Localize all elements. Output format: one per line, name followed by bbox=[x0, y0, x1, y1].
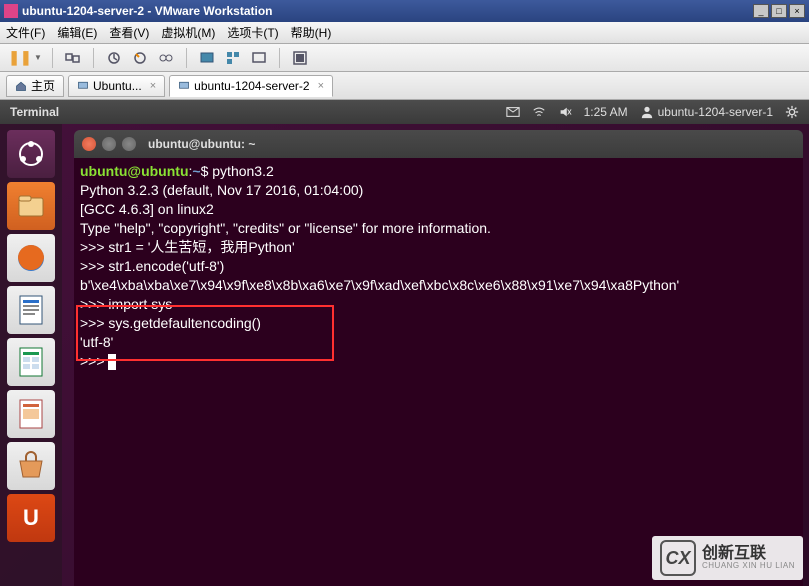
maximize-button[interactable]: □ bbox=[771, 4, 787, 18]
close-button[interactable]: × bbox=[789, 4, 805, 18]
ubuntu-desktop: U ubuntu@ubuntu: ~ ubuntu@ubuntu:~$ pyth… bbox=[0, 124, 809, 586]
prompt-user: ubuntu@ubuntu bbox=[80, 163, 189, 179]
tab-close-icon[interactable]: × bbox=[150, 80, 156, 92]
vmware-titlebar: ubuntu-1204-server-2 - VMware Workstatio… bbox=[0, 0, 809, 22]
menu-help[interactable]: 帮助(H) bbox=[291, 24, 332, 41]
menu-file[interactable]: 文件(F) bbox=[6, 24, 45, 41]
monitor-icon bbox=[178, 80, 190, 92]
tab-close-icon[interactable]: × bbox=[318, 80, 324, 92]
terminal-close-button[interactable] bbox=[82, 137, 96, 151]
py-prompt: >>> bbox=[80, 296, 108, 312]
terminal-minimize-button[interactable] bbox=[102, 137, 116, 151]
mail-indicator[interactable] bbox=[506, 105, 520, 119]
watermark-cn: 创新互联 bbox=[702, 546, 795, 562]
wifi-icon bbox=[532, 105, 546, 119]
snapshot-manager-button[interactable] bbox=[156, 48, 176, 68]
speaker-icon bbox=[558, 105, 572, 119]
console-view-button[interactable] bbox=[249, 48, 269, 68]
minimize-button[interactable]: _ bbox=[753, 4, 769, 18]
dash-button[interactable] bbox=[7, 130, 55, 178]
pause-button[interactable]: ❚❚ bbox=[10, 48, 30, 68]
person-icon bbox=[640, 105, 654, 119]
vmware-icon bbox=[4, 4, 18, 18]
cmd-python: python3.2 bbox=[212, 163, 274, 179]
vmware-menubar: 文件(F) 编辑(E) 查看(V) 虚拟机(M) 选项卡(T) 帮助(H) bbox=[0, 22, 809, 44]
ubuntu-one-button[interactable]: U bbox=[7, 494, 55, 542]
tab-ubuntu-generic-label: Ubuntu... bbox=[93, 79, 142, 93]
py-prompt: >>> bbox=[80, 353, 108, 369]
vmware-window-title: ubuntu-1204-server-2 - VMware Workstatio… bbox=[22, 4, 753, 18]
terminal-title: ubuntu@ubuntu: ~ bbox=[148, 137, 255, 151]
cursor bbox=[108, 354, 116, 370]
pycmd-encode: str1.encode('utf-8') bbox=[108, 258, 224, 274]
home-icon bbox=[15, 80, 27, 92]
send-ctrl-alt-del-button[interactable] bbox=[63, 48, 83, 68]
menu-edit[interactable]: 编辑(E) bbox=[57, 24, 97, 41]
watermark-py: CHUANG XIN HU LIAN bbox=[702, 562, 795, 570]
terminal-maximize-button[interactable] bbox=[122, 137, 136, 151]
files-button[interactable] bbox=[7, 182, 55, 230]
dropdown-icon[interactable]: ▼ bbox=[34, 53, 42, 62]
highlight-annotation bbox=[76, 305, 334, 361]
py-prompt: >>> bbox=[80, 258, 108, 274]
writer-button[interactable] bbox=[7, 286, 55, 334]
network-indicator[interactable] bbox=[532, 105, 546, 119]
pycmd-import-sys: import sys bbox=[108, 296, 172, 312]
py-output-bytes: b'\xe4\xba\xba\xe7\x94\x9f\xe8\x8b\xa6\x… bbox=[80, 277, 679, 293]
py-output-utf8: 'utf-8' bbox=[80, 334, 113, 350]
tab-ubuntu-server-2-label: ubuntu-1204-server-2 bbox=[194, 79, 309, 93]
vmware-toolbar: ❚❚ ▼ bbox=[0, 44, 809, 72]
ubuntu-one-label: U bbox=[23, 505, 39, 531]
user-menu[interactable]: ubuntu-1204-server-1 bbox=[640, 105, 773, 119]
terminal-window: ubuntu@ubuntu: ~ ubuntu@ubuntu:~$ python… bbox=[74, 130, 803, 586]
gcc-line: [GCC 4.6.3] on linux2 bbox=[80, 201, 214, 217]
menu-view[interactable]: 查看(V) bbox=[109, 24, 149, 41]
unity-launcher: U bbox=[0, 124, 62, 586]
help-line: Type "help", "copyright", "credits" or "… bbox=[80, 220, 491, 236]
watermark: CX 创新互联 CHUANG XIN HU LIAN bbox=[652, 536, 803, 580]
vmware-tabbar: 主页 Ubuntu... × ubuntu-1204-server-2 × bbox=[0, 72, 809, 100]
active-app-title: Terminal bbox=[10, 105, 506, 119]
user-name: ubuntu-1204-server-1 bbox=[658, 105, 773, 119]
prompt-path: ~ bbox=[192, 163, 200, 179]
clock[interactable]: 1:25 AM bbox=[584, 105, 628, 119]
pycmd-getdefaultencoding: sys.getdefaultencoding() bbox=[108, 315, 261, 331]
tab-ubuntu-server-2[interactable]: ubuntu-1204-server-2 × bbox=[169, 75, 333, 97]
terminal-body[interactable]: ubuntu@ubuntu:~$ python3.2 Python 3.2.3 … bbox=[74, 158, 803, 586]
py-prompt: >>> bbox=[80, 239, 108, 255]
python-version-line: Python 3.2.3 (default, Nov 17 2016, 01:0… bbox=[80, 182, 363, 198]
impress-button[interactable] bbox=[7, 390, 55, 438]
pycmd-str1-assign: str1 = '人生苦短，我用Python' bbox=[108, 239, 294, 255]
py-prompt: >>> bbox=[80, 315, 108, 331]
menu-vm[interactable]: 虚拟机(M) bbox=[161, 24, 215, 41]
terminal-titlebar[interactable]: ubuntu@ubuntu: ~ bbox=[74, 130, 803, 158]
unity-button[interactable] bbox=[223, 48, 243, 68]
prompt-end: $ bbox=[201, 163, 213, 179]
monitor-icon bbox=[77, 80, 89, 92]
calc-button[interactable] bbox=[7, 338, 55, 386]
tab-home-label: 主页 bbox=[31, 77, 55, 94]
snapshot-button[interactable] bbox=[104, 48, 124, 68]
snapshot-revert-button[interactable] bbox=[130, 48, 150, 68]
sound-indicator[interactable] bbox=[558, 105, 572, 119]
tab-home[interactable]: 主页 bbox=[6, 75, 64, 97]
watermark-logo: CX bbox=[660, 540, 696, 576]
system-menu[interactable] bbox=[785, 105, 799, 119]
fullscreen-button[interactable] bbox=[197, 48, 217, 68]
gear-icon bbox=[785, 105, 799, 119]
firefox-button[interactable] bbox=[7, 234, 55, 282]
software-center-button[interactable] bbox=[7, 442, 55, 490]
library-button[interactable] bbox=[290, 48, 310, 68]
tab-ubuntu-generic[interactable]: Ubuntu... × bbox=[68, 75, 165, 97]
ubuntu-top-panel: Terminal 1:25 AM ubuntu-1204-server-1 bbox=[0, 100, 809, 124]
mail-icon bbox=[506, 105, 520, 119]
menu-tabs[interactable]: 选项卡(T) bbox=[227, 24, 278, 41]
